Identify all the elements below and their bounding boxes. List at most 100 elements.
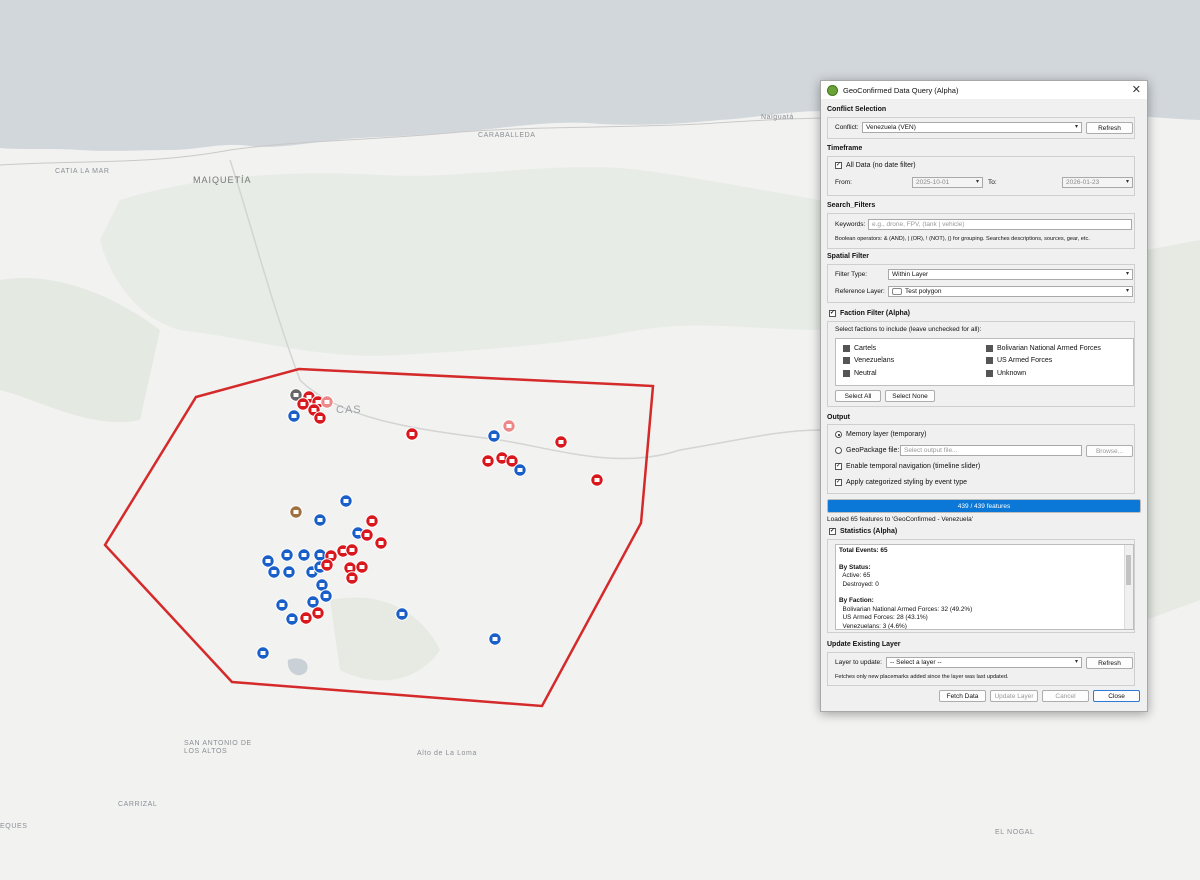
statistics-line: Active: 65 (839, 572, 871, 580)
radio-selected-icon (835, 431, 842, 438)
event-type-icon (349, 548, 355, 552)
event-type-icon (317, 416, 323, 420)
close-icon[interactable]: ✕ (1132, 83, 1141, 96)
conflict-select[interactable]: Venezuela (VEN) ▾ (862, 122, 1082, 133)
fetch-data-button[interactable]: Fetch Data (939, 690, 986, 702)
faction-label: Neutral (854, 370, 877, 377)
event-type-icon (491, 434, 497, 438)
event-type-icon (293, 393, 299, 397)
cancel-button[interactable]: Cancel (1042, 690, 1089, 702)
scrollbar-thumb[interactable] (1126, 555, 1131, 585)
event-type-icon (378, 541, 384, 545)
place-label: CAS (336, 404, 362, 416)
styling-checkbox[interactable]: ✓ Apply categorized styling by event typ… (835, 479, 967, 486)
statistics-line: By Faction: (839, 597, 874, 605)
search-group: Keywords: e.g., drone, FPV, (tank | vehi… (827, 213, 1135, 249)
event-type-icon (324, 400, 330, 404)
scrollbar[interactable] (1124, 545, 1133, 629)
select-none-button[interactable]: Select None (885, 390, 935, 402)
place-label: EQUES (0, 823, 28, 830)
place-label: Naiguatá (761, 114, 794, 121)
filter-type-select[interactable]: Within Layer ▾ (888, 269, 1133, 280)
keywords-input[interactable]: e.g., drone, FPV, (tank | vehicle) (868, 219, 1132, 230)
spatial-group: Filter Type: Within Layer ▾ Reference La… (827, 264, 1135, 303)
statistics-text[interactable]: Total Events: 65 By Status: Active: 65 De… (835, 544, 1134, 630)
browse-button[interactable]: Browse... (1086, 445, 1133, 457)
faction-item-neutral[interactable]: Neutral (843, 370, 877, 377)
event-type-icon (286, 570, 292, 574)
event-type-icon (279, 603, 285, 607)
faction-item-cartels[interactable]: Cartels (843, 345, 876, 352)
place-label: CATIA LA MAR (55, 168, 110, 175)
event-type-icon (315, 400, 321, 404)
chevron-down-icon: ▾ (1125, 288, 1129, 294)
update-help-text: Fetches only new placemarks added since … (835, 674, 1009, 680)
faction-item-bolivarian[interactable]: Bolivarian National Armed Forces (986, 345, 1101, 352)
update-layer-button[interactable]: Update Layer (990, 690, 1038, 702)
statistics-line: Destroyed: 0 (839, 580, 879, 588)
radio-icon (835, 447, 842, 454)
memory-layer-radio[interactable]: Memory layer (temporary) (835, 431, 927, 438)
faction-item-venezuelans[interactable]: Venezuelans (843, 357, 894, 364)
output-file-placeholder: Select output file... (904, 447, 958, 454)
faction-filter-checkbox[interactable]: ✓ Faction Filter (Alpha) (829, 310, 910, 317)
faction-item-unknown[interactable]: Unknown (986, 370, 1026, 377)
output-file-input[interactable]: Select output file... (900, 445, 1082, 456)
keywords-placeholder: e.g., drone, FPV, (tank | vehicle) (872, 221, 965, 228)
event-type-icon (319, 583, 325, 587)
checkbox-checked-icon: ✓ (829, 528, 836, 535)
event-type-icon (324, 563, 330, 567)
update-group: Layer to update: -- Select a layer -- ▾ … (827, 652, 1135, 686)
from-date-input[interactable]: 2025-10-01 ▾ (912, 177, 983, 188)
faction-item-us[interactable]: US Armed Forces (986, 357, 1052, 364)
event-type-icon (594, 478, 600, 482)
event-type-icon (340, 549, 346, 553)
output-group: Memory layer (temporary) GeoPackage file… (827, 424, 1135, 494)
styling-label: Apply categorized styling by event type (846, 479, 968, 486)
conflict-heading: Conflict Selection (827, 106, 887, 113)
conflict-group: Conflict: Venezuela (VEN) ▾ Refresh (827, 117, 1135, 139)
event-type-icon (369, 519, 375, 523)
event-type-icon (309, 570, 315, 574)
statistics-heading: Statistics (Alpha) (840, 528, 898, 535)
layer-to-update-select[interactable]: -- Select a layer -- ▾ (886, 657, 1082, 668)
event-type-icon (355, 531, 361, 535)
place-label: LOS ALTOS (184, 748, 228, 755)
dialog-titlebar[interactable]: GeoConfirmed Data Query (Alpha) ✕ (821, 81, 1147, 99)
place-label: CARRIZAL (118, 801, 158, 808)
faction-list[interactable]: Cartels Bolivarian National Armed Forces… (835, 338, 1134, 386)
to-date-input[interactable]: 2026-01-23 ▾ (1062, 177, 1133, 188)
event-type-icon (291, 414, 297, 418)
place-label: SAN ANTONIO DE (184, 740, 252, 747)
temporal-checkbox[interactable]: ✓ Enable temporal navigation (timeline s… (835, 463, 980, 470)
output-heading: Output (827, 414, 850, 421)
geopackage-radio[interactable]: GeoPackage file: (835, 447, 899, 454)
update-refresh-button[interactable]: Refresh (1086, 657, 1133, 669)
timeframe-group: ✓ All Data (no date filter) From: 2025-1… (827, 156, 1135, 196)
checkbox-icon (986, 370, 993, 377)
statistics-line: By Status: (839, 563, 871, 571)
event-type-icon (260, 651, 266, 655)
to-date-value: 2026-01-23 (1066, 179, 1100, 186)
filter-type-label: Filter Type: (835, 271, 868, 278)
layer-to-update-label: Layer to update: (835, 659, 882, 666)
statistics-checkbox[interactable]: ✓ Statistics (Alpha) (829, 528, 897, 535)
reference-layer-select[interactable]: Test polygon ▾ (888, 286, 1133, 297)
conflict-refresh-button[interactable]: Refresh (1086, 122, 1133, 134)
event-type-icon (349, 576, 355, 580)
faction-label: Unknown (997, 370, 1027, 377)
event-type-icon (315, 611, 321, 615)
geoconfirmed-dialog[interactable]: GeoConfirmed Data Query (Alpha) ✕ Confli… (820, 80, 1148, 712)
event-type-icon (284, 553, 290, 557)
select-all-button[interactable]: Select All (835, 390, 881, 402)
close-button[interactable]: Close (1093, 690, 1140, 702)
polygon-layer-icon (892, 288, 902, 295)
place-label: Alto de La Loma (417, 750, 477, 757)
event-type-icon (485, 459, 491, 463)
event-type-icon (409, 432, 415, 436)
event-type-icon (311, 408, 317, 412)
all-data-checkbox[interactable]: ✓ All Data (no date filter) (835, 162, 916, 169)
event-type-icon (558, 440, 564, 444)
statistics-line: Total Events: 65 (839, 547, 888, 554)
event-type-icon (306, 395, 312, 399)
